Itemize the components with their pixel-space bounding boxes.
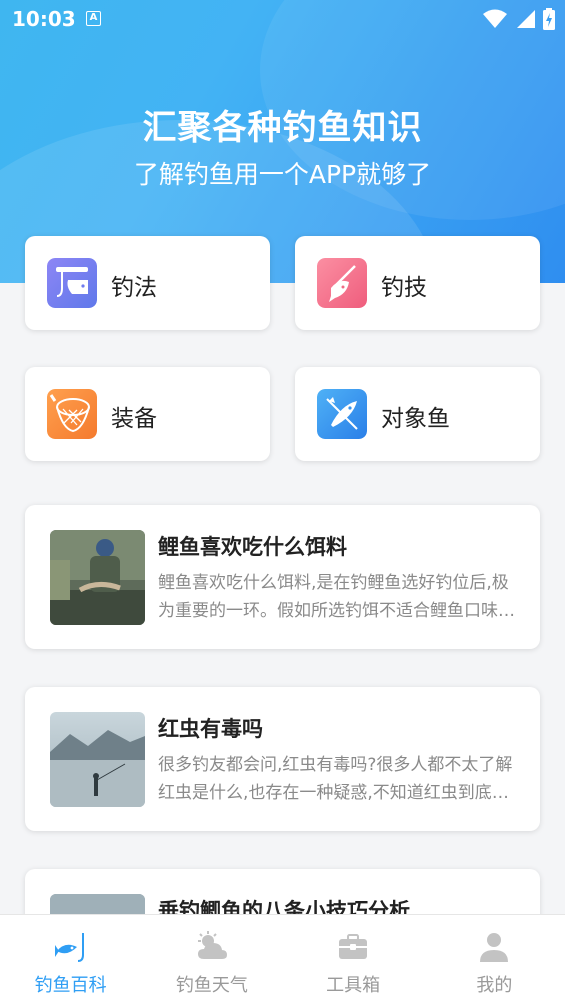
article-card[interactable]: 鲤鱼喜欢吃什么饵料 鲤鱼喜欢吃什么饵料,是在钓鲤鱼选好钓位后,极为重要的一环。假… bbox=[25, 505, 540, 649]
tab-profile[interactable]: 我的 bbox=[424, 915, 565, 1004]
fishing-net-icon bbox=[47, 389, 97, 439]
tab-toolbox[interactable]: 工具箱 bbox=[283, 915, 424, 1004]
fishing-skill-icon bbox=[317, 258, 367, 308]
toolbox-icon bbox=[339, 934, 368, 959]
hero-subtitle: 了解钓鱼用一个APP就够了 bbox=[133, 160, 432, 189]
tab-fishing-weather[interactable]: 钓鱼天气 bbox=[141, 915, 282, 1004]
category-card-equipment[interactable]: 装备 bbox=[25, 367, 270, 461]
article-title: 鲤鱼喜欢吃什么饵料 bbox=[158, 535, 347, 559]
category-label: 对象鱼 bbox=[381, 406, 450, 432]
category-label: 钓技 bbox=[381, 275, 427, 301]
fishing-method-icon bbox=[47, 258, 97, 308]
hero-title: 汇聚各种钓鱼知识 bbox=[142, 108, 423, 148]
article-description: 鲤鱼喜欢吃什么饵料,是在钓鲤鱼选好钓位后,极为重要的一环。假如所选钓饵不适合鲤鱼… bbox=[158, 573, 509, 621]
category-label: 装备 bbox=[111, 406, 157, 432]
category-card-fishing-skill[interactable]: 钓技 bbox=[295, 236, 540, 330]
battery-icon bbox=[543, 8, 555, 30]
wifi-icon bbox=[483, 9, 507, 28]
article-thumbnail bbox=[50, 712, 145, 807]
article-title: 红虫有毒吗 bbox=[158, 717, 263, 741]
weather-icon bbox=[197, 931, 227, 959]
category-card-target-fish[interactable]: 对象鱼 bbox=[295, 367, 540, 461]
category-label: 钓法 bbox=[111, 275, 157, 301]
profile-icon bbox=[480, 933, 509, 962]
fish-rod-icon bbox=[54, 933, 84, 962]
notification-icon: A bbox=[86, 11, 101, 26]
signal-icon bbox=[517, 10, 535, 28]
tab-label: 工具箱 bbox=[326, 975, 381, 996]
tab-label: 我的 bbox=[476, 975, 513, 996]
tab-label: 钓鱼天气 bbox=[175, 975, 248, 996]
bottom-tab-bar: 钓鱼百科 钓鱼天气 工具箱 我的 bbox=[0, 914, 565, 1004]
category-card-fishing-method[interactable]: 钓法 bbox=[25, 236, 270, 330]
article-description: 很多钓友都会问,红虫有毒吗?很多人都不太了解红虫是什么,也存在一种疑惑,不知道红… bbox=[158, 755, 513, 803]
status-time: 10:03 bbox=[12, 7, 76, 31]
article-card[interactable]: 红虫有毒吗 很多钓友都会问,红虫有毒吗?很多人都不太了解红虫是什么,也存在一种疑… bbox=[25, 687, 540, 831]
tab-label: 钓鱼百科 bbox=[34, 975, 107, 996]
status-bar: 10:03 A bbox=[0, 0, 565, 38]
target-fish-icon bbox=[317, 389, 367, 439]
tab-fishing-wiki[interactable]: 钓鱼百科 bbox=[0, 915, 141, 1004]
article-thumbnail bbox=[50, 530, 145, 625]
system-icons bbox=[483, 8, 555, 30]
